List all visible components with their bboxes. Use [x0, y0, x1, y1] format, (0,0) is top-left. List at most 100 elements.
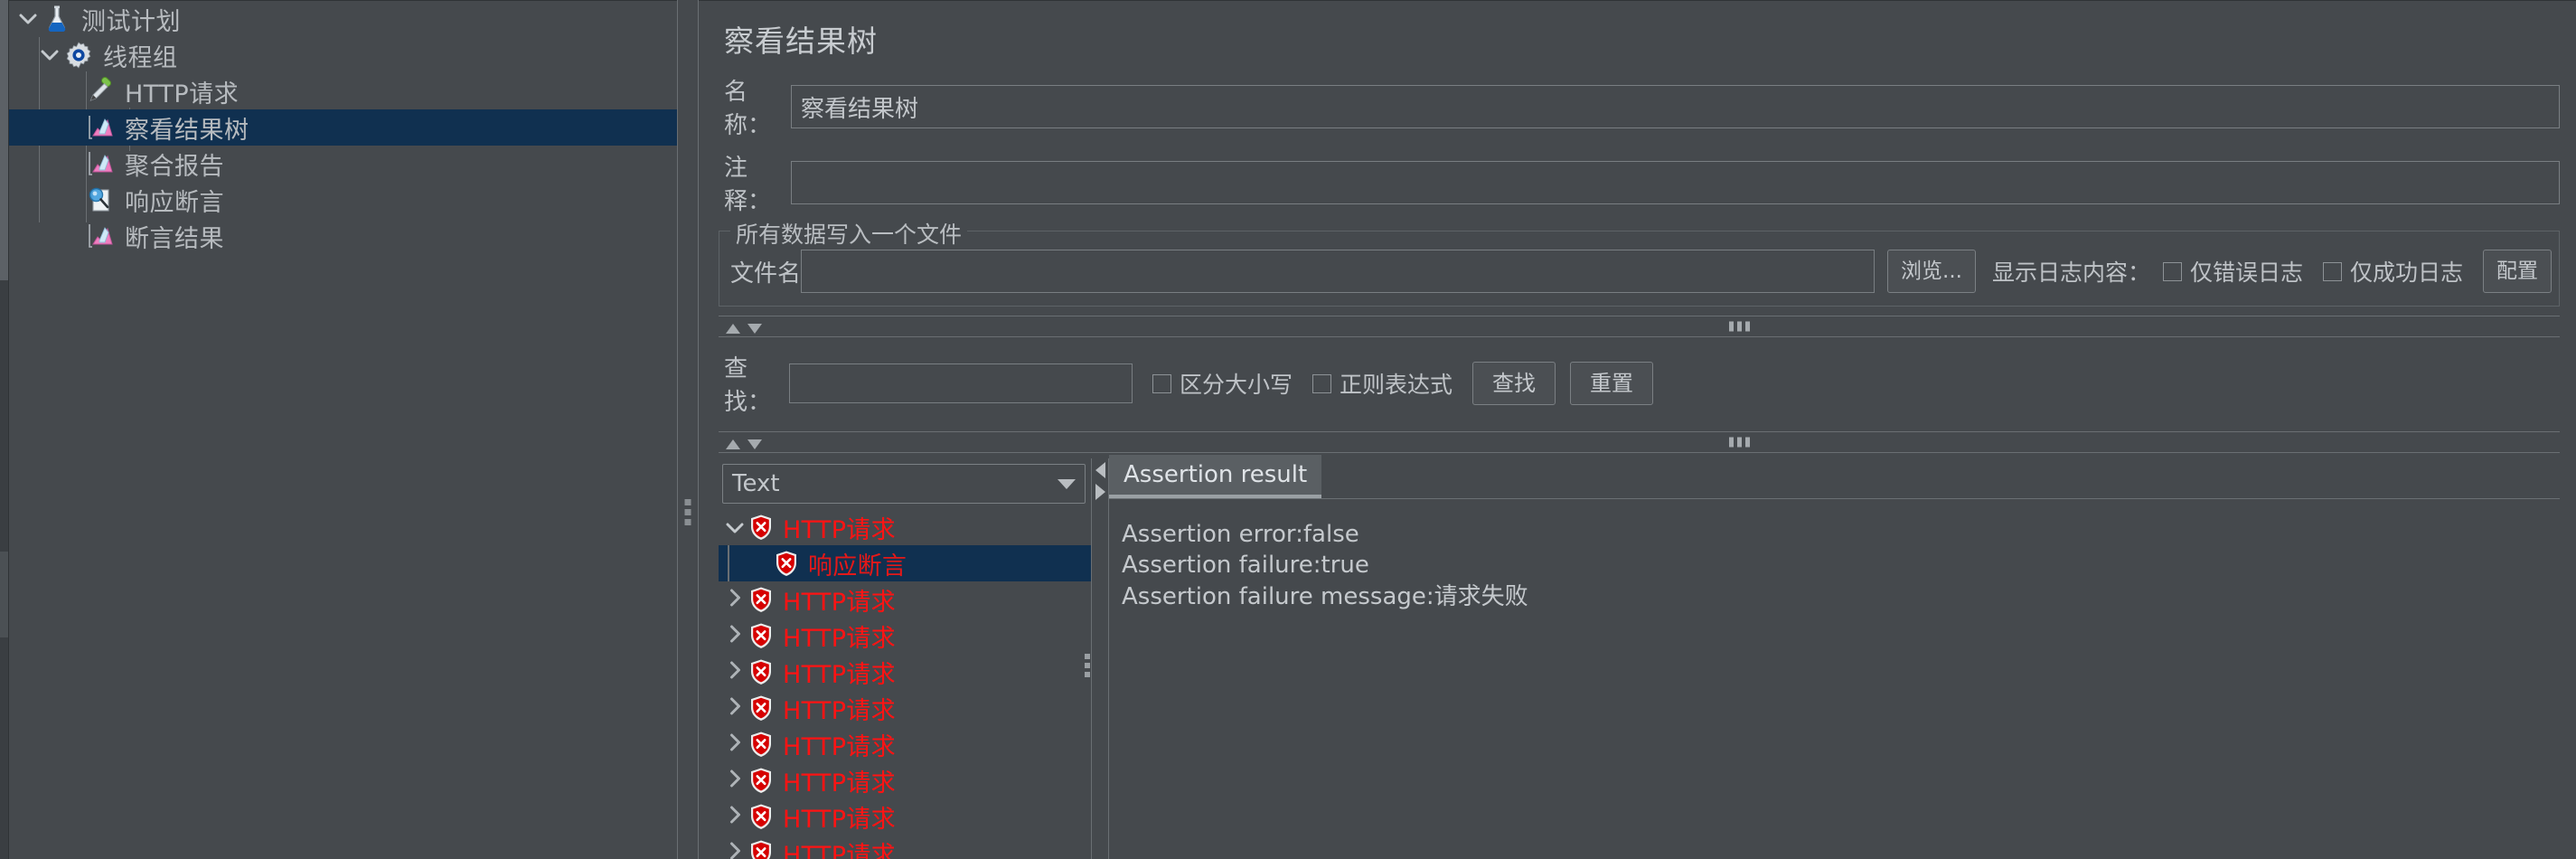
chevron-down-icon[interactable] — [722, 514, 747, 541]
result-tree-row[interactable]: HTTP请求 — [719, 581, 1091, 618]
chevron-right-icon[interactable] — [722, 767, 747, 794]
main-vertical-splitter[interactable] — [677, 0, 699, 859]
chart-icon — [85, 148, 116, 179]
splitter-arrows[interactable] — [726, 429, 762, 456]
chevron-right-icon[interactable] — [722, 731, 747, 758]
splitter-grip[interactable] — [684, 499, 691, 525]
sidebar-item-label: 断言结果 — [125, 224, 224, 253]
result-tree-row-label: HTTP请求 — [783, 588, 896, 617]
gear-icon — [63, 40, 94, 71]
chevron-right-icon[interactable] — [722, 658, 747, 685]
sidebar-item-1[interactable]: 线程组 — [9, 37, 677, 73]
splitter-grip-dots[interactable] — [1728, 437, 1750, 448]
splitter-grip-dots[interactable] — [1728, 321, 1750, 332]
left-scroll-thumb-secondary[interactable] — [0, 552, 8, 637]
result-tree-row[interactable]: 响应断言 — [719, 545, 1091, 581]
reset-button[interactable]: 重置 — [1570, 362, 1654, 405]
collapse-up-icon[interactable] — [726, 313, 740, 340]
sidebar-item-5[interactable]: 响应断言 — [9, 182, 677, 218]
results-tree[interactable]: Text HTTP请求 响应断言 HTTP请求 HTTP请求 HTTP请求 HTTP请求 H… — [719, 458, 1092, 859]
browse-button[interactable]: 浏览... — [1887, 250, 1976, 293]
horizontal-splitter-top[interactable] — [719, 316, 2560, 337]
result-tree-row[interactable]: HTTP请求 — [719, 798, 1091, 835]
success-only-checkbox[interactable]: 仅成功日志 — [2322, 255, 2463, 288]
results-splitter-grip[interactable] — [1085, 654, 1090, 677]
result-tree-row[interactable]: HTTP请求 — [719, 690, 1091, 726]
splitter-arrows[interactable] — [726, 313, 762, 340]
sidebar-item-label: 响应断言 — [125, 188, 224, 217]
sidebar-item-3[interactable]: 察看结果树 — [9, 109, 677, 146]
sidebar-item-6[interactable]: 断言结果 — [9, 218, 677, 254]
tab-scroll-buttons[interactable] — [1092, 458, 1109, 859]
error-shield-icon — [747, 622, 775, 649]
page-title: 察看结果树 — [724, 24, 878, 59]
comment-input[interactable] — [791, 161, 2560, 204]
left-scroll-rail[interactable] — [0, 0, 9, 859]
collapse-down-icon[interactable] — [747, 429, 762, 456]
chevron-right-icon[interactable] — [722, 839, 747, 859]
jmeter-window: 测试计划 线程组 HTTP请求 察看结果树 聚合报告 响应断言 断言结果 察看结果树 名称：… — [0, 0, 2576, 859]
chevron-right-icon[interactable] — [722, 586, 747, 613]
error-shield-icon — [747, 839, 775, 859]
pipette-icon — [85, 76, 116, 107]
chart-icon — [85, 221, 116, 251]
error-shield-icon — [747, 586, 775, 613]
chevron-right-icon[interactable] — [722, 694, 747, 722]
chevron-down-icon[interactable] — [14, 14, 42, 25]
error-shield-icon — [747, 514, 775, 541]
tab-scroll-left-icon[interactable] — [1095, 462, 1105, 478]
configure-button[interactable]: 配置 — [2483, 250, 2552, 293]
result-tree-row-label: HTTP请求 — [783, 732, 896, 761]
sidebar-item-label: 测试计划 — [81, 7, 181, 36]
result-tree-row[interactable]: HTTP请求 — [719, 618, 1091, 654]
tab-0[interactable]: Assertion result — [1109, 454, 1322, 498]
left-scroll-thumb[interactable] — [0, 0, 8, 280]
result-tree-row[interactable]: HTTP请求 — [719, 762, 1091, 798]
success-only-label: 仅成功日志 — [2349, 260, 2463, 286]
checkbox-box[interactable] — [2162, 261, 2182, 281]
checkbox-box[interactable] — [2322, 261, 2342, 281]
name-input[interactable] — [791, 85, 2560, 128]
sidebar-item-0[interactable]: 测试计划 — [9, 1, 677, 37]
name-field-row: 名称： — [719, 73, 2560, 140]
case-sensitive-checkbox[interactable]: 区分大小写 — [1152, 367, 1293, 400]
search-input[interactable] — [789, 363, 1133, 403]
result-tree-row[interactable]: HTTP请求 — [719, 726, 1091, 762]
horizontal-splitter-bottom[interactable] — [719, 431, 2560, 453]
filename-input[interactable] — [801, 250, 1876, 293]
test-plan-tree[interactable]: 测试计划 线程组 HTTP请求察看结果树 聚合报告响应断言断言结果 — [9, 0, 677, 859]
sidebar-item-label: 察看结果树 — [125, 116, 249, 145]
tab-scroll-right-icon[interactable] — [1095, 484, 1105, 500]
chart-icon — [85, 112, 116, 143]
assertion-line: Assertion error:false — [1122, 521, 1359, 548]
sidebar-item-4[interactable]: 聚合报告 — [9, 146, 677, 182]
checkbox-box[interactable] — [1152, 373, 1171, 393]
log-display-label: 显示日志内容： — [1991, 260, 2150, 286]
result-tree-row[interactable]: HTTP请求 — [719, 654, 1091, 690]
write-all-data-to-file-group: 所有数据写入一个文件 文件名 浏览... 显示日志内容： 仅错误日志 仅成功日志… — [719, 217, 2560, 307]
chevron-down-icon[interactable] — [36, 50, 63, 61]
errors-only-checkbox[interactable]: 仅错误日志 — [2162, 255, 2303, 288]
collapse-up-icon[interactable] — [726, 429, 740, 456]
case-sensitive-label: 区分大小写 — [1180, 372, 1293, 398]
error-shield-icon — [747, 694, 775, 722]
chevron-right-icon[interactable] — [722, 622, 747, 649]
flask-icon — [42, 4, 72, 34]
regex-label: 正则表达式 — [1340, 372, 1453, 398]
result-tree-row-label: HTTP请求 — [783, 515, 896, 544]
chevron-down-icon[interactable] — [1058, 478, 1076, 489]
error-shield-icon — [747, 803, 775, 830]
result-tree-row[interactable]: HTTP请求 — [719, 509, 1091, 545]
result-tabs[interactable]: Assertion result — [1109, 454, 2560, 499]
find-button[interactable]: 查找 — [1472, 362, 1556, 405]
chevron-right-icon[interactable] — [722, 803, 747, 830]
collapse-down-icon[interactable] — [747, 313, 762, 340]
renderer-select[interactable]: Text — [722, 464, 1086, 504]
regex-checkbox[interactable]: 正则表达式 — [1312, 367, 1453, 400]
result-tree-row-label: HTTP请求 — [783, 841, 896, 859]
result-tree-row[interactable]: HTTP请求 — [719, 835, 1091, 859]
assertion-line: Assertion failure message:请求失败 — [1122, 582, 1528, 610]
checkbox-box[interactable] — [1312, 373, 1332, 393]
assertion-result-body: Assertion error:false Assertion failure:t… — [1109, 499, 2560, 859]
sidebar-item-2[interactable]: HTTP请求 — [9, 73, 677, 109]
